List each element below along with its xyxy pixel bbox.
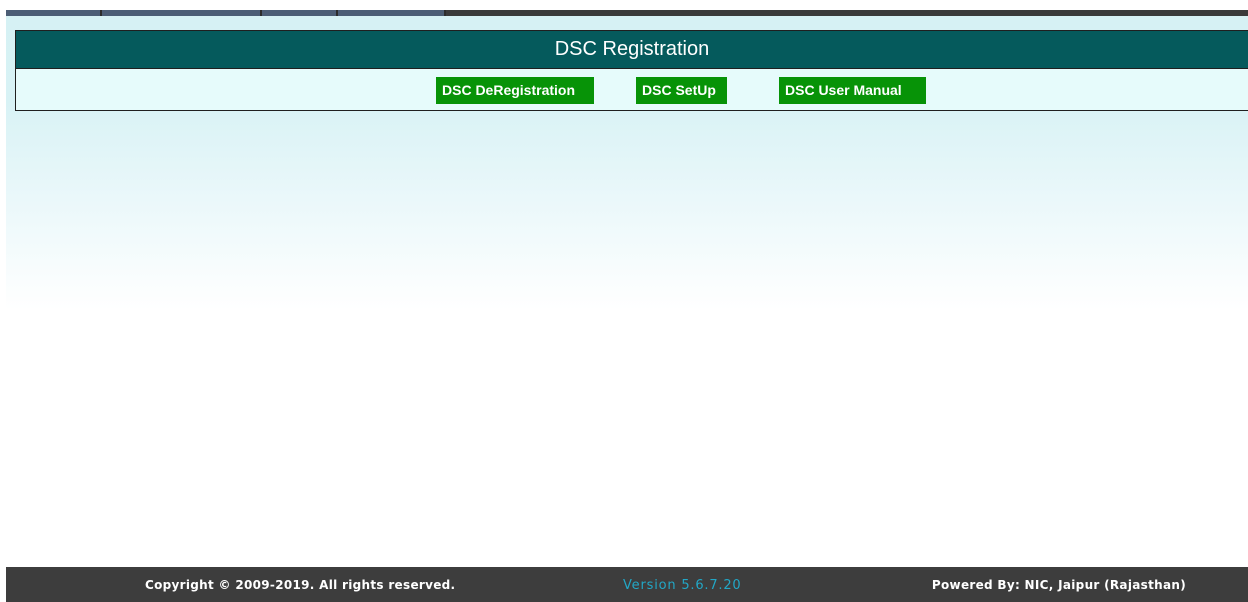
panel-actions: DSC DeRegistration DSC SetUp DSC User Ma… <box>16 69 1248 111</box>
footer-powered-by: Powered By: NIC, Jaipur (Rajasthan) <box>931 578 1186 592</box>
dsc-setup-button[interactable]: DSC SetUp <box>636 77 727 104</box>
top-nav-tab[interactable] <box>102 10 262 16</box>
dsc-user-manual-button[interactable]: DSC User Manual <box>779 77 926 104</box>
footer-version: Version 5.6.7.20 <box>623 578 742 593</box>
footer-copyright: Copyright © 2009-2019. All rights reserv… <box>145 578 456 592</box>
top-nav-tab[interactable] <box>338 10 446 16</box>
top-nav-tabs <box>6 10 446 16</box>
dsc-deregistration-button[interactable]: DSC DeRegistration <box>436 77 594 104</box>
top-nav-tab[interactable] <box>262 10 338 16</box>
top-nav-tab[interactable] <box>6 10 102 16</box>
panel-title: DSC Registration <box>16 31 1248 69</box>
dsc-panel: DSC Registration DSC DeRegistration DSC … <box>15 30 1248 111</box>
footer: Copyright © 2009-2019. All rights reserv… <box>6 567 1248 602</box>
